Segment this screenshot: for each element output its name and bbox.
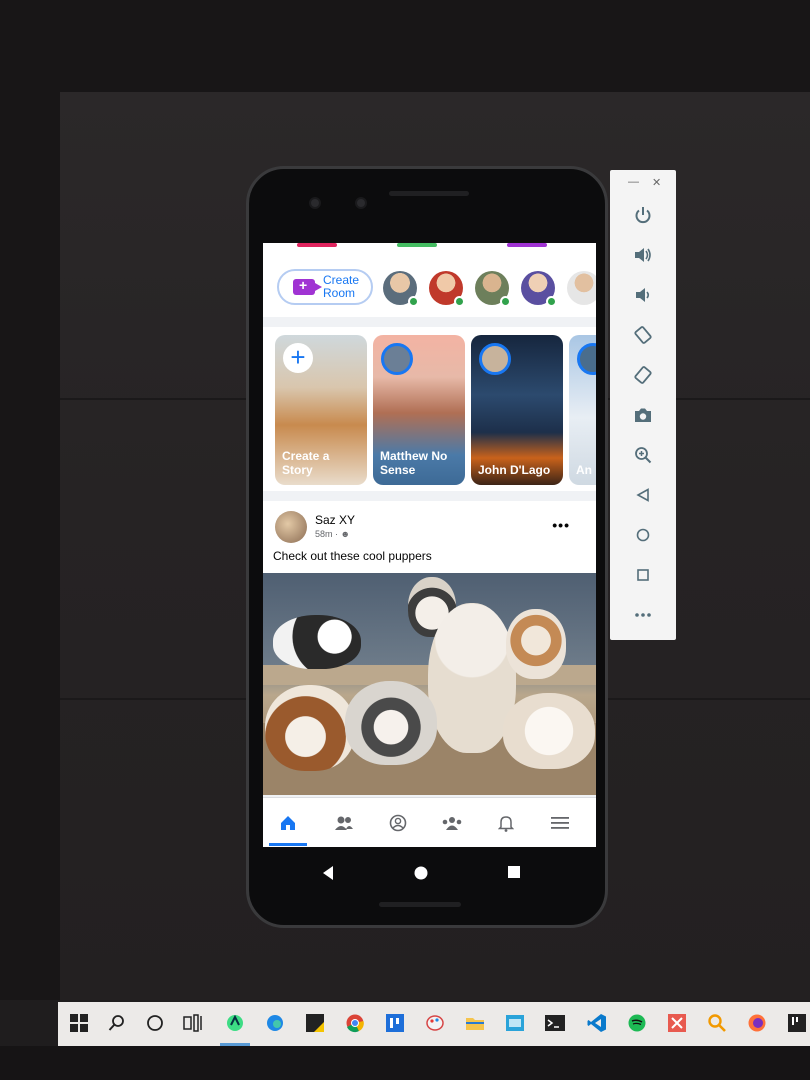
friends-audience-icon: · ☻ — [335, 529, 350, 539]
android-emulator-phone: Create Room + Create a Story Matthew No … — [246, 166, 608, 928]
firefox-icon[interactable] — [746, 1012, 768, 1034]
menu-icon[interactable] — [549, 812, 571, 834]
front-sensor — [355, 197, 367, 209]
story-avatar — [381, 343, 413, 375]
sticky-app-icon[interactable] — [304, 1012, 326, 1034]
contact-avatar[interactable] — [521, 271, 557, 307]
story-avatar — [479, 343, 511, 375]
create-room-button[interactable]: Create Room — [277, 269, 373, 305]
story-card[interactable]: Matthew No Sense — [373, 335, 465, 485]
facebook-app-screen: Create Room + Create a Story Matthew No … — [263, 243, 596, 847]
bottom-navigation — [263, 797, 596, 847]
story-label: An — [576, 463, 592, 477]
post-text: Check out these cool puppers — [273, 549, 432, 563]
android-studio-icon[interactable] — [224, 1012, 246, 1034]
story-card[interactable]: John D'Lago — [471, 335, 563, 485]
recents-icon[interactable] — [507, 865, 521, 884]
contact-avatar[interactable] — [567, 271, 596, 305]
app-icon-4[interactable] — [786, 1012, 808, 1034]
app-icon[interactable] — [384, 1012, 406, 1034]
groups-icon[interactable] — [441, 812, 463, 834]
story-label: John D'Lago — [478, 463, 551, 477]
windows-icon[interactable] — [68, 1012, 90, 1034]
front-camera — [309, 197, 321, 209]
chrome-icon[interactable] — [344, 1012, 366, 1034]
rooms-bar: Create Room — [263, 251, 596, 317]
paint-icon[interactable] — [424, 1012, 446, 1034]
zoom-icon[interactable] — [630, 442, 656, 468]
app-icon-3[interactable] — [666, 1012, 688, 1034]
rotate-left-icon[interactable] — [630, 322, 656, 348]
post-photo[interactable] — [263, 573, 596, 795]
volume-up-icon[interactable] — [630, 242, 656, 268]
story-avatar — [577, 343, 596, 375]
notifications-icon[interactable] — [495, 812, 517, 834]
friends-icon[interactable] — [333, 812, 355, 834]
video-plus-icon — [293, 277, 322, 295]
android-navigation-bar — [263, 849, 596, 899]
add-story-icon: + — [283, 343, 313, 373]
post-time: 58m — [315, 529, 333, 539]
contact-avatar[interactable] — [383, 271, 419, 307]
vscode-icon[interactable] — [586, 1012, 608, 1034]
online-indicator — [500, 296, 511, 307]
windows-taskbar — [58, 1002, 810, 1046]
story-label: Matthew No Sense — [380, 449, 448, 477]
stories-tray: + Create a Story Matthew No Sense John D… — [263, 327, 596, 491]
back-icon[interactable] — [321, 865, 335, 886]
contact-avatar[interactable] — [475, 271, 511, 307]
post-more-options-icon[interactable]: ••• — [552, 517, 570, 533]
post-author-name[interactable]: Saz XY — [315, 513, 355, 527]
search-app-icon[interactable] — [706, 1012, 728, 1034]
home-icon[interactable] — [269, 812, 307, 846]
file-explorer-icon[interactable] — [464, 1012, 486, 1034]
desk-surface — [0, 1046, 810, 1080]
task-view-icon[interactable] — [182, 1012, 204, 1034]
bottom-speaker — [379, 902, 461, 907]
create-room-label: Create Room — [323, 273, 360, 300]
volume-down-icon[interactable] — [630, 282, 656, 308]
app-icon-2[interactable] — [504, 1012, 526, 1034]
story-label: Create a Story — [282, 449, 330, 477]
cortana-icon[interactable] — [144, 1012, 166, 1034]
story-card[interactable]: An — [569, 335, 596, 485]
power-icon[interactable] — [630, 202, 656, 228]
profile-icon[interactable] — [387, 812, 409, 834]
search-icon[interactable] — [106, 1012, 128, 1034]
spotify-icon[interactable] — [626, 1012, 648, 1034]
more-icon[interactable] — [630, 602, 656, 628]
edge-icon[interactable] — [264, 1012, 286, 1034]
close-icon[interactable]: ✕ — [652, 176, 661, 189]
composer-actions-strip — [263, 243, 596, 251]
online-indicator — [546, 296, 557, 307]
emulator-toolbar: — ✕ — [610, 170, 676, 640]
back-icon[interactable] — [630, 482, 656, 508]
feed-post: Saz XY 58m · ☻ ••• Check out these cool … — [263, 501, 596, 581]
earpiece-speaker — [389, 191, 469, 196]
create-story-card[interactable]: + Create a Story — [275, 335, 367, 485]
terminal-icon[interactable] — [544, 1012, 566, 1034]
camera-icon[interactable] — [630, 402, 656, 428]
home-icon[interactable] — [630, 522, 656, 548]
home-circle-icon[interactable] — [413, 865, 429, 886]
post-meta: 58m · ☻ — [315, 529, 350, 539]
rotate-right-icon[interactable] — [630, 362, 656, 388]
online-indicator — [408, 296, 419, 307]
post-author-avatar[interactable] — [275, 511, 307, 543]
online-indicator — [454, 296, 465, 307]
contact-avatar[interactable] — [429, 271, 465, 307]
overview-icon[interactable] — [630, 562, 656, 588]
minimize-icon[interactable]: — — [628, 176, 639, 188]
